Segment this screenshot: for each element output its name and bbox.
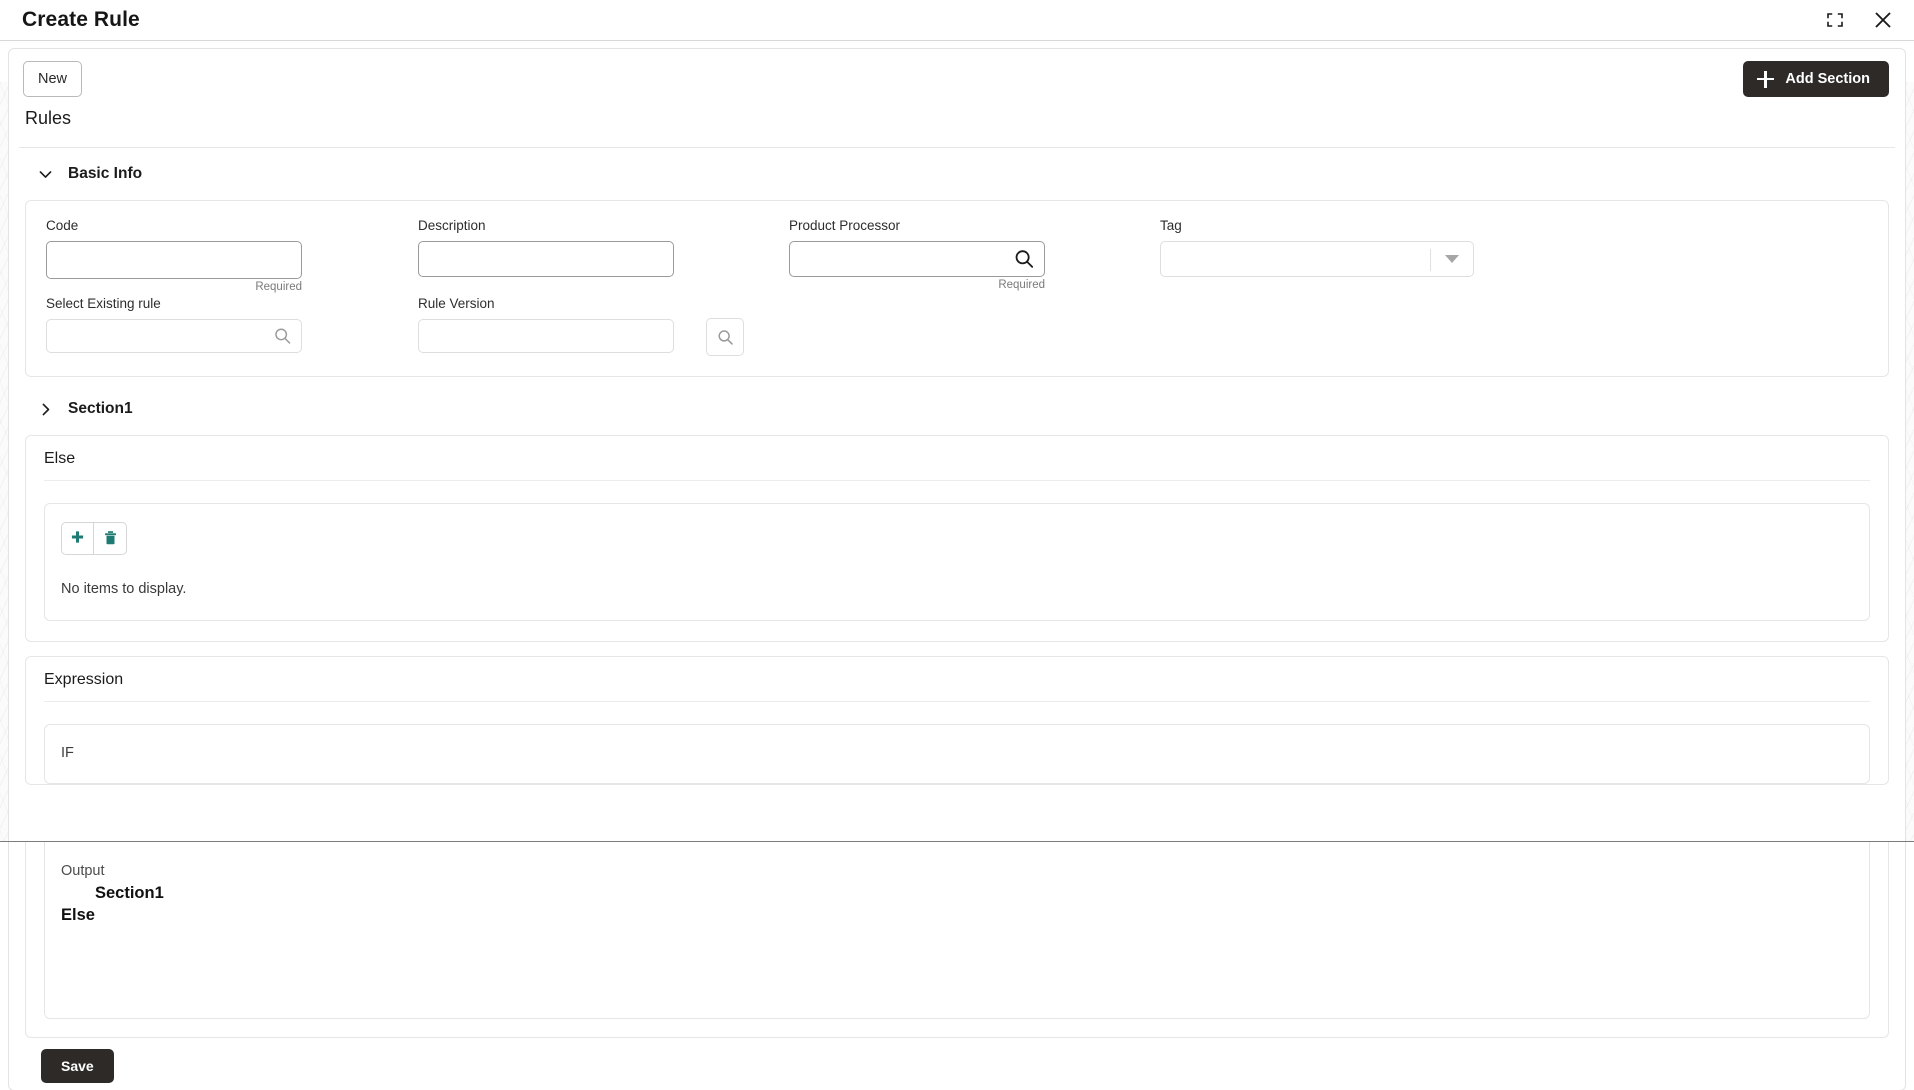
else-card: Else No items to display. [25,435,1889,642]
page-toolbar: New Add Section [9,49,1905,109]
select-existing-rule-input[interactable] [46,318,302,353]
else-items-toolbar [61,522,1853,555]
field-code: Code Required [46,219,302,293]
section1-block: Section1 [9,383,1905,435]
add-section-button[interactable]: Add Section [1743,61,1889,97]
expression-card-body: IF [26,702,1888,784]
field-rule-version: Rule Version [418,297,674,353]
else-card-body: No items to display. [26,481,1888,641]
field-label-select-existing-rule: Select Existing rule [46,296,161,311]
search-icon [717,329,733,345]
basic-info-row-1: Code Required Description Product Proces… [46,219,1868,293]
window-controls [1822,7,1896,33]
field-label-rule-version: Rule Version [418,296,495,311]
expression-card-title: Expression [44,671,124,688]
code-input[interactable] [46,240,302,279]
code-required-note: Required [255,280,302,293]
page-title: Create Rule [22,8,140,31]
trash-icon [104,531,116,545]
plus-icon [71,531,84,543]
basic-info-fields: Code Required Description Product Proces… [26,201,1888,376]
field-label-description: Description [418,218,486,233]
section1-accordion-header[interactable]: Section1 [9,383,1905,435]
chevron-right-icon [42,403,50,415]
delete-item-button[interactable] [94,522,127,555]
description-input[interactable] [418,240,674,277]
output-label: Output [61,863,105,879]
output-expression-box[interactable]: Output Section1 Else [44,842,1870,1019]
output-else-label: Else [61,905,95,924]
output-drawer-inner: Output Section1 Else Save [8,842,1906,1090]
product-processor-input-wrap [789,240,1045,277]
window-titlebar: Create Rule [0,0,1914,41]
field-label-code: Code [46,218,79,233]
code-input-wrap [46,240,302,279]
rules-heading: Rules [25,108,72,128]
output-drawer-card: Output Section1 Else [25,842,1889,1038]
select-existing-rule-input-wrap [46,318,302,353]
expression-box[interactable]: IF [44,724,1870,784]
description-input-wrap [418,240,674,277]
field-label-product-processor: Product Processor [789,218,901,233]
tag-separator [1430,248,1431,271]
rule-version-input-wrap [418,318,674,353]
tag-select[interactable] [1160,240,1474,277]
basic-info-row-2: Select Existing rule Rule Version [46,297,1868,356]
new-button[interactable]: New [23,61,83,97]
field-select-existing-rule: Select Existing rule [46,297,302,353]
else-items-box: No items to display. [44,503,1870,621]
plus-icon [1757,70,1775,88]
section1-label: Section1 [68,400,133,417]
collapse-corners-icon[interactable] [1822,7,1848,33]
field-tag: Tag [1160,219,1474,280]
output-section-value: Section1 [95,883,164,902]
window-body: New Add Section Rules Basic Info Code Re… [0,41,1914,1090]
product-processor-input[interactable] [789,240,1045,277]
expression-if-text: IF [61,745,74,761]
field-fetch-rule [706,318,744,356]
basic-info-label: Basic Info [68,165,143,182]
add-item-button[interactable] [61,522,94,555]
expression-card: Expression IF [25,656,1889,785]
fetch-rule-button[interactable] [706,318,744,356]
basic-info-accordion-header[interactable]: Basic Info [9,148,1905,200]
save-button[interactable]: Save [41,1049,114,1083]
field-product-processor: Product Processor Required [789,219,1045,291]
rules-heading-row: Rules [9,109,1905,147]
close-icon[interactable] [1870,7,1896,33]
else-empty-message: No items to display. [61,581,187,597]
rule-version-input[interactable] [418,318,674,353]
else-card-title: Else [44,450,76,467]
basic-info-panel: Code Required Description Product Proces… [25,200,1889,377]
output-drawer: Output Section1 Else Save [0,841,1914,1090]
chevron-down-icon [1445,254,1459,263]
field-description: Description [418,219,674,280]
product-processor-required-note: Required [998,278,1045,291]
chevron-down-icon [39,170,52,178]
field-label-tag: Tag [1160,218,1182,233]
create-rule-window: Create Rule New Add Section Rules Basic … [0,0,1914,1090]
add-section-label: Add Section [1785,71,1870,87]
